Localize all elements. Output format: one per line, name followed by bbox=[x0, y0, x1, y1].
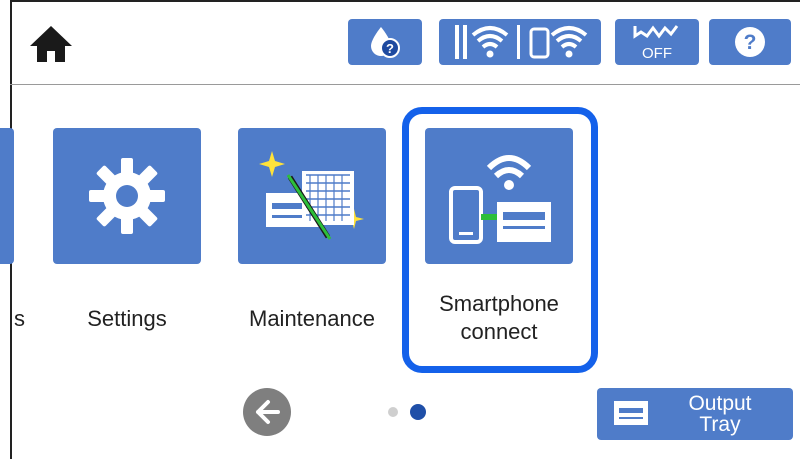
wifi-direct-off-label: OFF bbox=[642, 45, 672, 62]
maintenance-icon bbox=[259, 151, 364, 240]
ink-status-button[interactable]: ? bbox=[348, 19, 422, 65]
gear-icon bbox=[89, 158, 165, 234]
menu-tile-partial[interactable] bbox=[0, 128, 14, 264]
arrow-left-icon bbox=[256, 400, 280, 424]
output-tray-label-line1: Output bbox=[688, 392, 752, 415]
settings-label: Settings bbox=[87, 306, 167, 331]
settings-tile[interactable] bbox=[53, 128, 201, 264]
output-tray-label-line2: Tray bbox=[699, 413, 741, 436]
help-icon: ? bbox=[735, 27, 765, 57]
ink-help-icon: ? bbox=[371, 27, 400, 58]
help-button[interactable]: ? bbox=[709, 19, 791, 65]
home-icon bbox=[30, 26, 72, 62]
frame-top-edge bbox=[10, 0, 800, 2]
wifi-router-icon bbox=[454, 25, 508, 59]
maintenance-tile[interactable] bbox=[238, 128, 386, 264]
selection-highlight bbox=[402, 107, 598, 373]
network-separator bbox=[516, 25, 520, 59]
wifi-direct-icon bbox=[529, 26, 587, 59]
help-label: ? bbox=[744, 31, 757, 54]
wifi-direct-status-button[interactable]: OFF bbox=[615, 19, 699, 65]
svg-text:?: ? bbox=[386, 41, 394, 56]
page-indicator-dot-2 bbox=[410, 404, 426, 420]
output-tray-icon bbox=[611, 396, 651, 432]
menu-label-partial: s bbox=[14, 306, 25, 331]
previous-page-button[interactable] bbox=[243, 388, 291, 436]
output-tray-label: Output Tray bbox=[675, 393, 765, 435]
maintenance-label: Maintenance bbox=[249, 306, 375, 331]
wifi-direct-off-icon: OFF bbox=[633, 25, 679, 62]
output-tray-button[interactable]: Output Tray bbox=[597, 388, 793, 440]
network-status-button[interactable] bbox=[439, 19, 601, 65]
page-indicator-dot-1 bbox=[388, 407, 398, 417]
toolbar-divider bbox=[10, 84, 800, 85]
home-button[interactable] bbox=[24, 20, 78, 68]
